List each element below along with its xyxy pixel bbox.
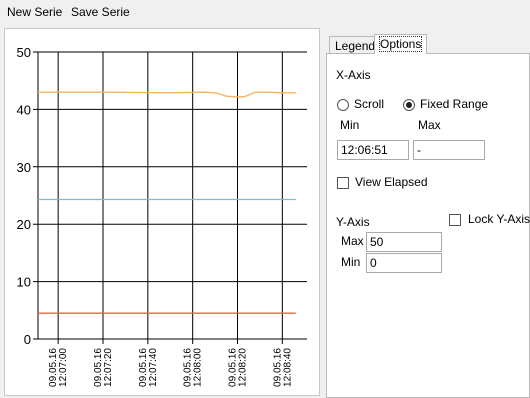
x-tick-label: 09.05.16 12:08:20 [228,348,249,387]
x-max-label: Max [418,118,441,132]
tab-options-label: Options [378,36,423,52]
y-max-label: Max [341,234,364,248]
x-tick-time: 12:08:40 [282,348,293,387]
scroll-label: Scroll [354,97,385,111]
y-max-field[interactable]: 50 [366,232,442,252]
x-tick-label: 09.05.16 12:07:40 [138,348,159,387]
y-tick-label: 10 [17,275,31,290]
x-max-field[interactable]: - [413,140,485,160]
x-tick-label: 09.05.16 12:07:20 [93,348,114,387]
lock-y-axis-checkbox[interactable] [449,214,461,226]
view-elapsed-checkbox[interactable] [337,177,349,189]
y-tick-label: 40 [17,102,31,117]
tab-legend-label: Legend [335,39,376,53]
fixed-range-radio[interactable] [403,99,415,111]
view-elapsed-label: View Elapsed [355,175,428,189]
x-min-label: Min [340,118,360,132]
y-tick-label: 20 [17,217,31,232]
x-axis-heading: X-Axis [336,68,371,82]
x-tick-time: 12:08:00 [193,348,204,387]
plot-area [38,52,307,339]
fixed-range-label: Fixed Range [420,97,489,111]
lock-y-axis-label: Lock Y-Axis [468,212,530,226]
x-min-field[interactable]: 12:06:51 [337,140,409,160]
menu-new-serie[interactable]: New Serie [7,5,62,19]
menu-bar: New Serie Save Serie [0,0,530,26]
menu-save-serie[interactable]: Save Serie [71,5,130,19]
x-tick-time: 12:07:40 [148,348,159,387]
line-chart: 0 10 20 30 40 50 09.05.16 12:07:00 09.05.16 12:07… [17,45,307,387]
options-panel: Legend Options X-Axis Scroll Fixed Range… [322,28,530,398]
scroll-radio[interactable] [337,99,349,111]
x-tick-label: 09.05.16 12:08:40 [272,348,293,387]
y-min-field[interactable]: 0 [366,253,442,273]
y-tick-label: 50 [17,45,31,60]
y-min-label: Min [341,255,361,269]
y-tick-label: 0 [24,332,31,347]
x-tick-time: 12:07:20 [103,348,114,387]
x-tick-time: 12:07:00 [58,348,69,387]
x-tick-label: 09.05.16 12:07:00 [48,348,69,387]
chart-panel: 0 10 20 30 40 50 09.05.16 12:07:00 09.05.16 12:07… [4,28,320,396]
y-axis-heading: Y-Axis [336,215,370,229]
options-tab-page: X-Axis Scroll Fixed Range Min Max 12:06:… [326,53,530,398]
tab-options[interactable]: Options [374,34,428,54]
x-tick-time: 12:08:20 [238,348,249,387]
x-tick-label: 09.05.16 12:08:00 [183,348,204,387]
app-window: New Serie Save Serie 0 10 20 30 40 50 09.05.16… [0,0,530,398]
y-tick-label: 30 [17,160,31,175]
